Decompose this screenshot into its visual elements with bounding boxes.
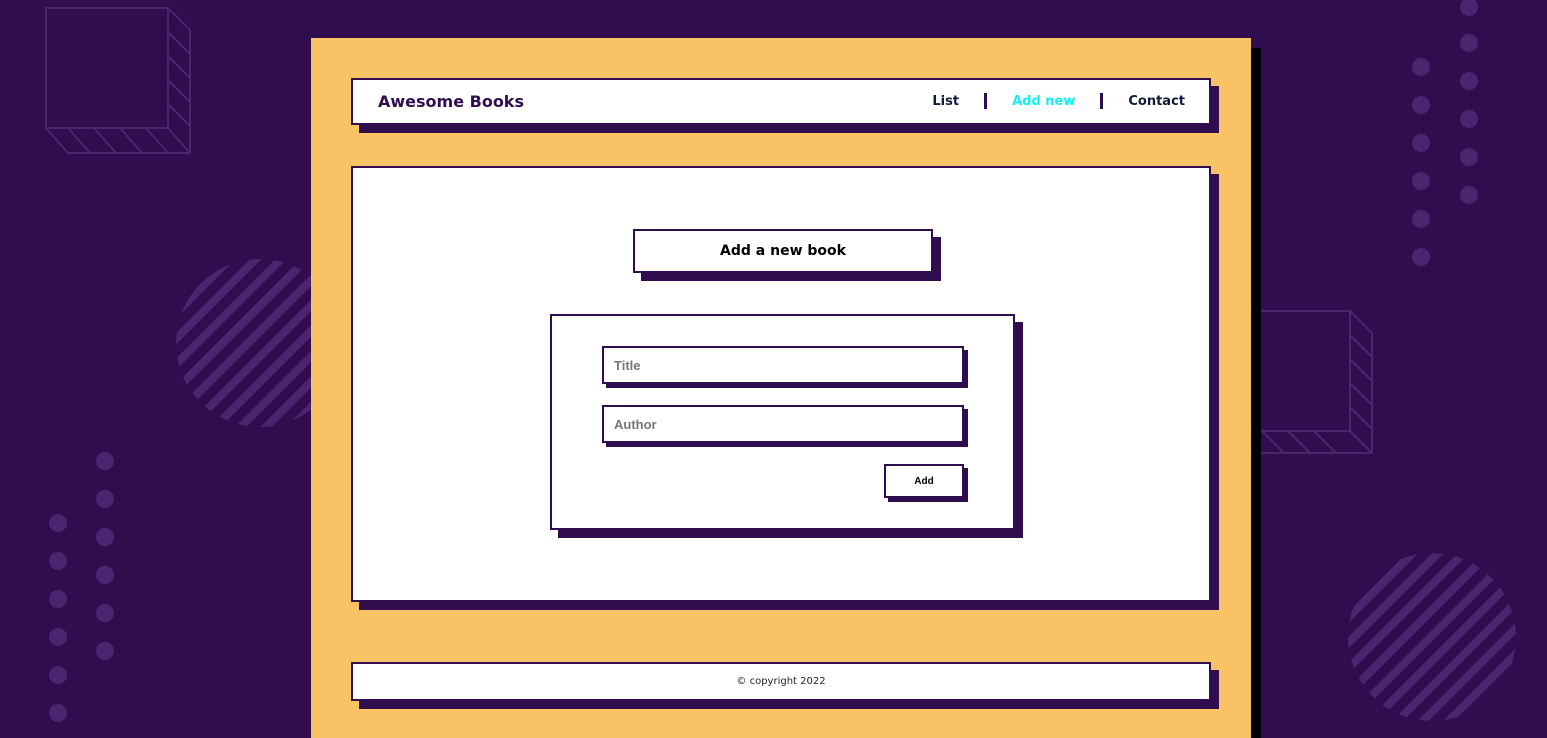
striped-circle-bottom-right bbox=[1348, 553, 1516, 721]
copyright-text: © copyright 2022 bbox=[736, 676, 826, 687]
nav-item-list[interactable]: List bbox=[932, 94, 959, 109]
add-book-button[interactable]: Add bbox=[884, 464, 964, 498]
cube-shape-right bbox=[1229, 310, 1373, 454]
cube-shape-top-left bbox=[45, 7, 191, 154]
dot-grid-bottom-left bbox=[49, 452, 114, 722]
nav-item-contact[interactable]: Contact bbox=[1128, 94, 1185, 109]
brand-logo-text[interactable]: Awesome Books bbox=[378, 92, 524, 111]
nav-item-add-new[interactable]: Add new bbox=[1012, 94, 1075, 109]
section-title: Add a new book bbox=[633, 229, 933, 273]
nav-divider bbox=[984, 93, 988, 109]
page-frame: Awesome Books List Add new Contact Add a… bbox=[311, 38, 1251, 738]
add-book-form: Add bbox=[550, 314, 1015, 530]
main-nav: List Add new Contact bbox=[932, 93, 1185, 109]
dot-grid-top-right bbox=[1412, 0, 1478, 266]
main-content: Add a new book Add bbox=[351, 166, 1211, 602]
header-bar: Awesome Books List Add new Contact bbox=[351, 78, 1211, 125]
nav-divider bbox=[1100, 93, 1104, 109]
title-input[interactable] bbox=[602, 346, 964, 384]
footer-bar: © copyright 2022 bbox=[351, 662, 1211, 701]
author-input[interactable] bbox=[602, 405, 964, 443]
